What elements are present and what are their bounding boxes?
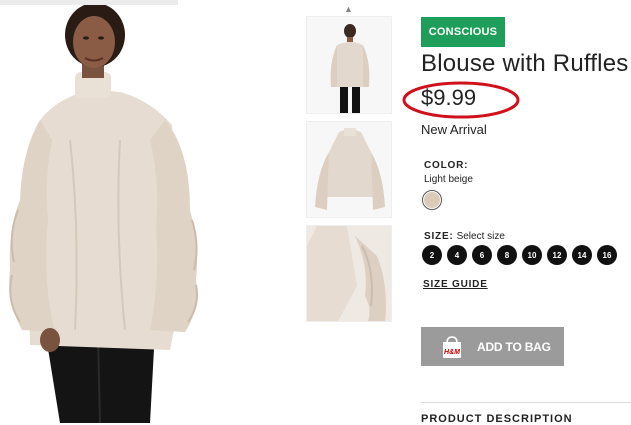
size-header: SIZE: Select size	[424, 226, 505, 244]
selected-color-name: Light beige	[424, 174, 473, 185]
size-option[interactable]: 8	[497, 245, 517, 265]
model-photo	[0, 0, 298, 423]
add-to-bag-button[interactable]: H&M ADD TO BAG	[421, 327, 564, 366]
thumbnail-garment[interactable]	[306, 121, 392, 218]
bag-logo-text: H&M	[444, 349, 460, 356]
color-swatch-light-beige[interactable]	[422, 190, 442, 210]
product-price: $9.99	[421, 85, 477, 110]
size-option[interactable]: 14	[572, 245, 592, 265]
size-options: 2 4 6 8 10 12 14 16	[422, 245, 622, 265]
size-option[interactable]: 4	[447, 245, 467, 265]
product-info-panel: CONSCIOUS Blouse with Ruffles $9.99 New …	[421, 0, 631, 425]
main-product-image[interactable]	[0, 0, 298, 423]
swatch-fill	[424, 192, 440, 208]
size-option[interactable]: 10	[522, 245, 542, 265]
size-hint: Select size	[456, 231, 505, 242]
thumbnail-model[interactable]	[306, 16, 392, 114]
size-option[interactable]: 12	[547, 245, 567, 265]
add-to-bag-label: ADD TO BAG	[477, 339, 551, 354]
product-title: Blouse with Ruffles	[421, 50, 629, 77]
size-option[interactable]: 6	[472, 245, 492, 265]
thumbnail-gallery: ▲	[306, 0, 392, 423]
new-arrival-label: New Arrival	[421, 122, 487, 137]
size-option[interactable]: 16	[597, 245, 617, 265]
image-top-bar	[0, 0, 178, 5]
product-description-heading[interactable]: PRODUCT DESCRIPTION	[421, 413, 573, 425]
section-divider	[421, 402, 631, 403]
size-guide-link[interactable]: SIZE GUIDE	[423, 279, 488, 290]
color-label: COLOR:	[424, 160, 469, 171]
size-label: SIZE:	[424, 231, 454, 242]
size-option[interactable]: 2	[422, 245, 442, 265]
chevron-up-icon[interactable]: ▲	[344, 4, 353, 14]
shopping-bag-icon: H&M	[441, 335, 463, 359]
thumbnail-detail[interactable]	[306, 225, 392, 322]
conscious-badge: CONSCIOUS	[421, 17, 505, 47]
